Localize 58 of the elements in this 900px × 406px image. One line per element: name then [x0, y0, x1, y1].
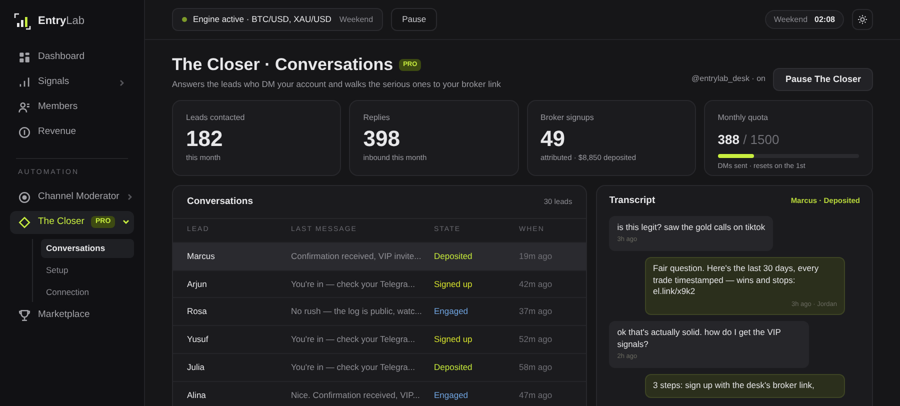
message-text: ok that's actually solid. how do I get the VIP signals? — [617, 327, 782, 350]
state-label: Deposited — [434, 250, 474, 263]
pause-button[interactable]: Pause — [391, 8, 438, 31]
sidebar-item[interactable]: Revenue — [10, 121, 134, 144]
account-status: @entrylab_desk · on — [692, 73, 766, 86]
lead-name: Marcus — [187, 250, 216, 263]
sidebar-item[interactable]: Marketplace — [10, 304, 134, 326]
stat-label: Broker signups — [540, 112, 595, 124]
message-text: Fair question. Here's the last 30 days, every trade timestamped — wins and stops: el.link/x9k2 — [653, 263, 820, 298]
state-label: Engaged — [434, 305, 470, 318]
time-ago: 52m ago — [519, 333, 554, 346]
last-message: Confirmation received, VIP invite... — [291, 250, 422, 263]
session-label: Weekend — [339, 14, 374, 26]
page-title: The Closer · Conversations — [172, 54, 394, 76]
stat-label: Monthly quota — [718, 112, 770, 124]
time-ago: 58m ago — [519, 360, 554, 374]
lead-name: Alina — [187, 388, 207, 402]
time-ago: 37m ago — [519, 305, 554, 318]
stat-value: 49 — [540, 126, 566, 152]
submenu-item[interactable]: Conversations — [41, 238, 134, 258]
last-message: You're in — check your Telegra... — [291, 278, 416, 290]
submenu-item[interactable]: Setup — [41, 260, 134, 280]
time-ago: 47m ago — [519, 388, 554, 402]
session-clock: Weekend 02:08 — [764, 10, 844, 29]
time-ago: 19m ago — [519, 250, 554, 263]
time-ago: 42m ago — [519, 278, 554, 290]
message-text: is this legit? saw the gold calls on tiktok — [617, 222, 766, 234]
sidebar-item[interactable]: Signals — [10, 71, 134, 94]
sidebar-item[interactable]: Dashboard — [10, 46, 134, 69]
submenu-item[interactable]: Connection — [41, 282, 134, 302]
engine-text: Engine active · BTC/USD, XAU/USD — [193, 13, 332, 26]
stat-label: Replies — [363, 112, 391, 124]
sidebar-item[interactable]: Members — [10, 96, 134, 119]
last-message: You're in — check your Telegra... — [291, 360, 416, 374]
table-row[interactable]: Marcus Confirmation received, VIP invite... Deposited 19m ago — [173, 242, 586, 270]
brand-name: EntryLab — [38, 14, 84, 30]
message-text: 3 steps: sign up with the desk's broker link, — [653, 380, 816, 392]
stat-value: 182 — [186, 126, 224, 152]
sidebar-item[interactable]: Channel Moderator — [10, 186, 134, 208]
stat-label: Leads contacted — [186, 112, 246, 124]
stat-value: 388 / 1500 — [718, 130, 780, 149]
lead-name: Arjun — [187, 278, 208, 290]
last-message: Nice. Confirmation received, VIP... — [291, 388, 421, 402]
lead-name: Yusuf — [187, 333, 210, 346]
lead-name: Julia — [187, 360, 206, 374]
lead-name: Rosa — [187, 305, 208, 318]
page-subtitle: Answers the leads who DM your account and walks the serious ones to your broker link — [172, 78, 501, 91]
last-message: No rush — the log is public, watc... — [291, 305, 423, 318]
stat-value: 398 — [363, 126, 401, 152]
last-message: You're in — check your Telegra... — [291, 333, 416, 346]
state-label: Engaged — [434, 388, 470, 402]
pause-closer-button[interactable]: Pause The Closer — [773, 68, 873, 91]
table-row[interactable]: Arjun You're in — check your Telegra... Signed up 42m ago — [173, 270, 586, 298]
panel-title: Conversations — [187, 194, 253, 209]
state-label: Signed up — [434, 278, 474, 290]
panel-title: Transcript — [609, 194, 656, 208]
state-label: Deposited — [434, 360, 474, 374]
state-label: Signed up — [434, 333, 474, 346]
